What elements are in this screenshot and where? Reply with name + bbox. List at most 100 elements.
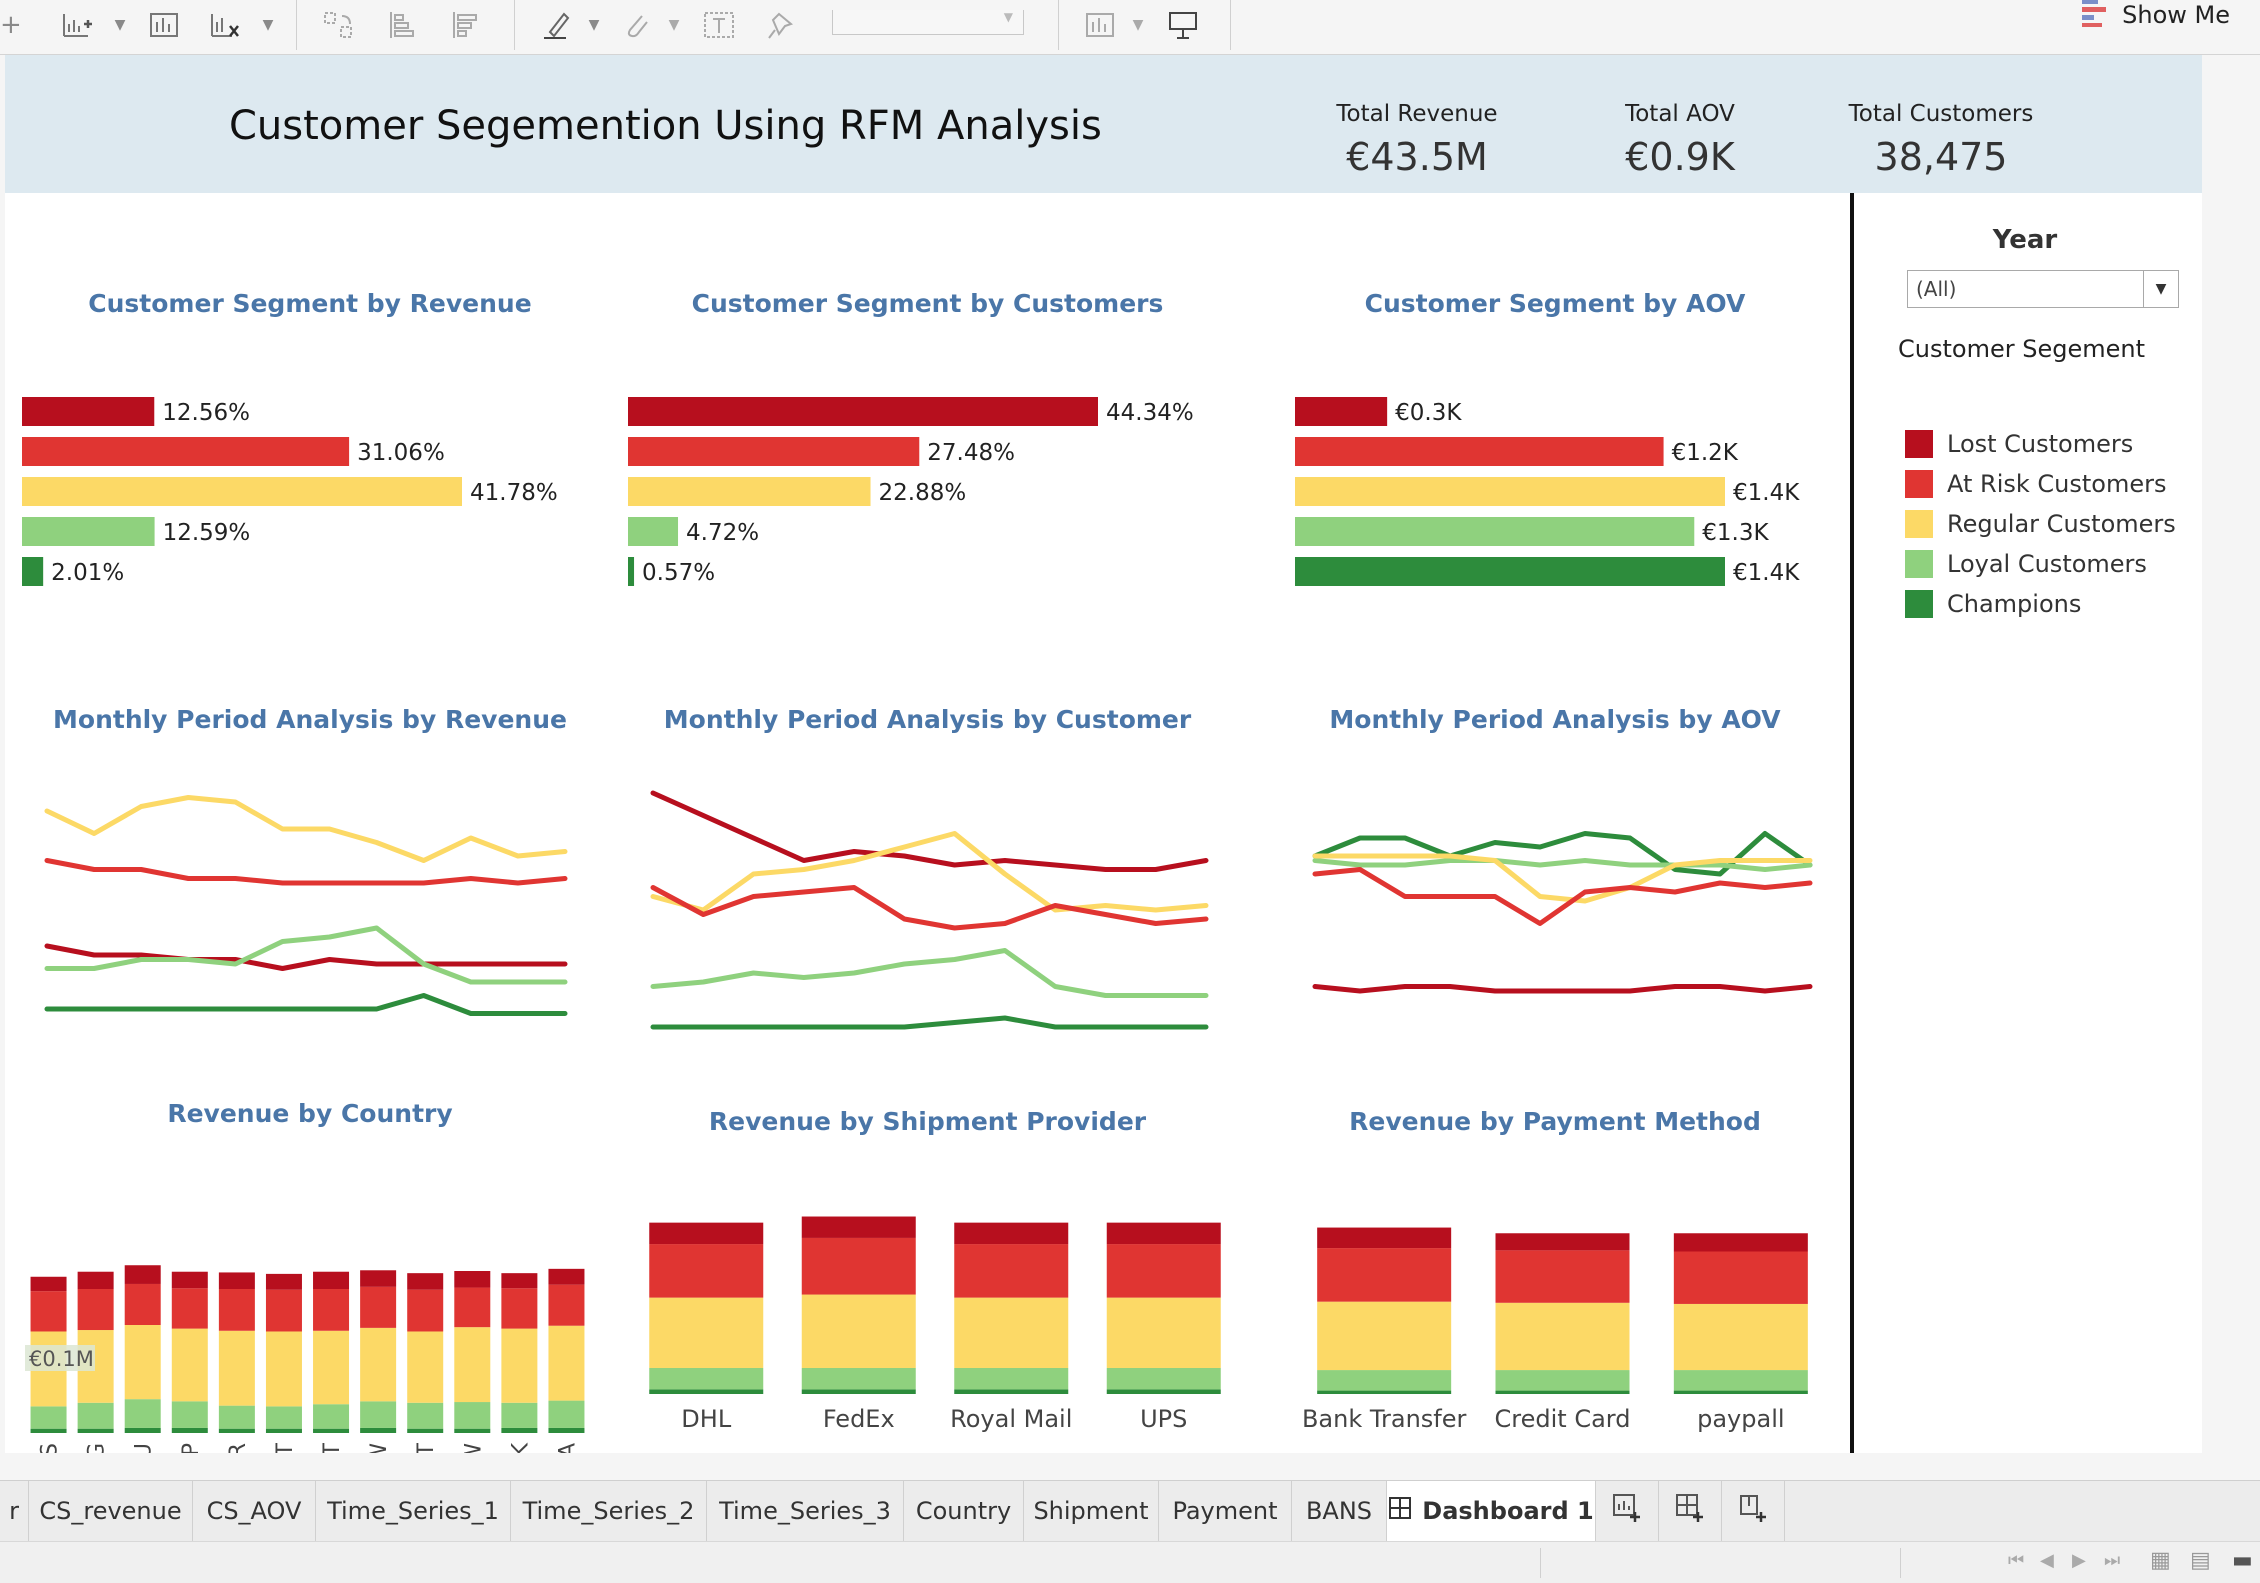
stacked-bar-segment — [360, 1286, 397, 1328]
presentation-icon[interactable] — [1166, 10, 1200, 40]
next-sheet-icon[interactable]: ▶ — [2072, 1550, 2086, 1571]
tab-time-series-3[interactable]: Time_Series_3 — [707, 1481, 904, 1541]
bar — [22, 557, 44, 586]
new-dashboard-button[interactable] — [1659, 1481, 1722, 1541]
bar-data-label: 44.34% — [1106, 400, 1194, 426]
legend-label: Champions — [1947, 590, 2082, 618]
chevron-down-icon[interactable]: ▼ — [110, 10, 130, 40]
prev-sheet-icon[interactable]: ◀ — [2040, 1550, 2054, 1571]
stacked-bar-segment — [501, 1273, 538, 1289]
show-me-icon — [2080, 0, 2110, 33]
grid-view-icon[interactable]: ▦ — [2150, 1548, 2171, 1573]
tab-sheet[interactable]: r — [0, 1481, 29, 1541]
stacked-bar-segment — [77, 1271, 114, 1289]
tab-cs-aov[interactable]: CS_AOV — [193, 1481, 316, 1541]
x-tick-label: DHL — [681, 1405, 732, 1433]
highlight-icon[interactable] — [540, 10, 574, 40]
stacked-bar-segment — [265, 1428, 302, 1433]
add-chart-icon[interactable] — [60, 10, 94, 40]
bar — [1295, 517, 1695, 546]
legend-item[interactable]: At Risk Customers — [1905, 469, 2167, 499]
tab-dashboard-1[interactable]: Dashboard 1 — [1387, 1481, 1596, 1541]
chevron-down-icon[interactable]: ▼ — [664, 10, 684, 40]
tab-label: Dashboard 1 — [1422, 1497, 1594, 1525]
x-tick-label: Bank Transfer — [1302, 1405, 1467, 1433]
legend-item[interactable]: Lost Customers — [1905, 429, 2133, 459]
stacked-bar-segment — [171, 1288, 208, 1329]
status-divider — [1540, 1548, 1541, 1578]
clear-chart-icon[interactable] — [208, 10, 242, 40]
swap-icon[interactable] — [322, 10, 356, 40]
stacked-bar-segment — [548, 1284, 585, 1326]
legend-item[interactable]: Loyal Customers — [1905, 549, 2147, 579]
stacked-bar-segment — [1673, 1390, 1808, 1394]
fit-dropdown[interactable]: ▼ — [832, 10, 1024, 35]
stacked-bar-segment — [218, 1330, 255, 1406]
bar-data-label: €0.3K — [1395, 400, 1462, 426]
series-line — [650, 1015, 1209, 1030]
stacked-bar-segment — [124, 1325, 161, 1400]
first-sheet-icon[interactable]: ⏮ — [2008, 1550, 2024, 1571]
stacked-bar-segment — [171, 1401, 208, 1428]
attach-icon[interactable] — [620, 10, 654, 40]
bar-data-label: 22.88% — [879, 480, 967, 506]
x-tick-label: Credit Card — [1495, 1405, 1631, 1433]
tab-country[interactable]: Country — [904, 1481, 1024, 1541]
tabs-view-icon[interactable]: ▬ — [2232, 1548, 2253, 1573]
chart-type-icon[interactable] — [1084, 10, 1118, 40]
stacked-bar-segment — [30, 1276, 67, 1292]
stacked-bar-segment — [801, 1237, 916, 1295]
stacked-bar-segment — [265, 1406, 302, 1429]
tab-label: BANS — [1305, 1497, 1373, 1525]
legend-swatch — [1905, 510, 1933, 538]
tab-time-series-1[interactable]: Time_Series_1 — [316, 1481, 511, 1541]
year-filter-dropdown[interactable]: (All) ▼ — [1907, 270, 2179, 308]
pin-icon[interactable] — [765, 10, 799, 40]
series-line — [44, 795, 568, 863]
stacked-bar-segment — [501, 1427, 538, 1433]
tab-time-series-2[interactable]: Time_Series_2 — [511, 1481, 707, 1541]
legend-title: Customer Segement — [1898, 335, 2145, 363]
chevron-down-icon[interactable]: ▼ — [258, 10, 278, 40]
tab-bans[interactable]: BANS — [1292, 1481, 1387, 1541]
sort-descending-icon[interactable] — [448, 10, 482, 40]
add-chart-icon[interactable]: + — [0, 10, 22, 40]
x-tick-label: IT — [273, 1442, 298, 1453]
new-story-button[interactable] — [1722, 1481, 1785, 1541]
stacked-bar-segment — [1673, 1370, 1808, 1391]
toolbar-divider — [514, 0, 515, 50]
stacked-bar-segment — [1495, 1370, 1630, 1391]
tab-cs-revenue[interactable]: CS_revenue — [29, 1481, 193, 1541]
chart-icon[interactable] — [148, 10, 182, 40]
sort-ascending-icon[interactable] — [385, 10, 419, 40]
chevron-down-icon[interactable]: ▼ — [1128, 10, 1148, 40]
stacked-bar-segment — [501, 1328, 538, 1403]
bar — [22, 517, 155, 546]
tab-payment[interactable]: Payment — [1159, 1481, 1292, 1541]
stacked-bar-segment — [1106, 1389, 1221, 1394]
stacked-bar-segment — [360, 1270, 397, 1287]
legend-item[interactable]: Regular Customers — [1905, 509, 2176, 539]
stacked-bar-segment — [548, 1268, 585, 1285]
legend-item[interactable]: Champions — [1905, 589, 2081, 619]
stacked-bar-segment — [171, 1328, 208, 1402]
stacked-bar-segment — [649, 1244, 764, 1298]
stacked-bar-segment — [1673, 1303, 1808, 1371]
stacked-bar-segment — [454, 1402, 491, 1429]
text-label-icon[interactable] — [702, 10, 736, 40]
tab-shipment[interactable]: Shipment — [1024, 1481, 1159, 1541]
chevron-down-icon[interactable]: ▼ — [2143, 271, 2178, 307]
chevron-down-icon[interactable]: ▼ — [584, 10, 604, 40]
filmstrip-view-icon[interactable]: ▤ — [2190, 1548, 2211, 1573]
bar-data-label: 0.57% — [642, 560, 715, 586]
kpi-total-customers-label: Total Customers — [1848, 101, 2034, 127]
stacked-bar-segment — [954, 1389, 1069, 1394]
x-tick-label: PT — [414, 1442, 439, 1453]
last-sheet-icon[interactable]: ⏭ — [2104, 1550, 2120, 1571]
new-worksheet-button[interactable] — [1596, 1481, 1659, 1541]
stacked-bar-segment — [548, 1427, 585, 1433]
show-me-button[interactable]: Show Me — [2080, 0, 2230, 30]
legend-swatch — [1905, 430, 1933, 458]
x-tick-label: UK — [508, 1442, 533, 1453]
year-filter-value: (All) — [1916, 277, 1957, 301]
